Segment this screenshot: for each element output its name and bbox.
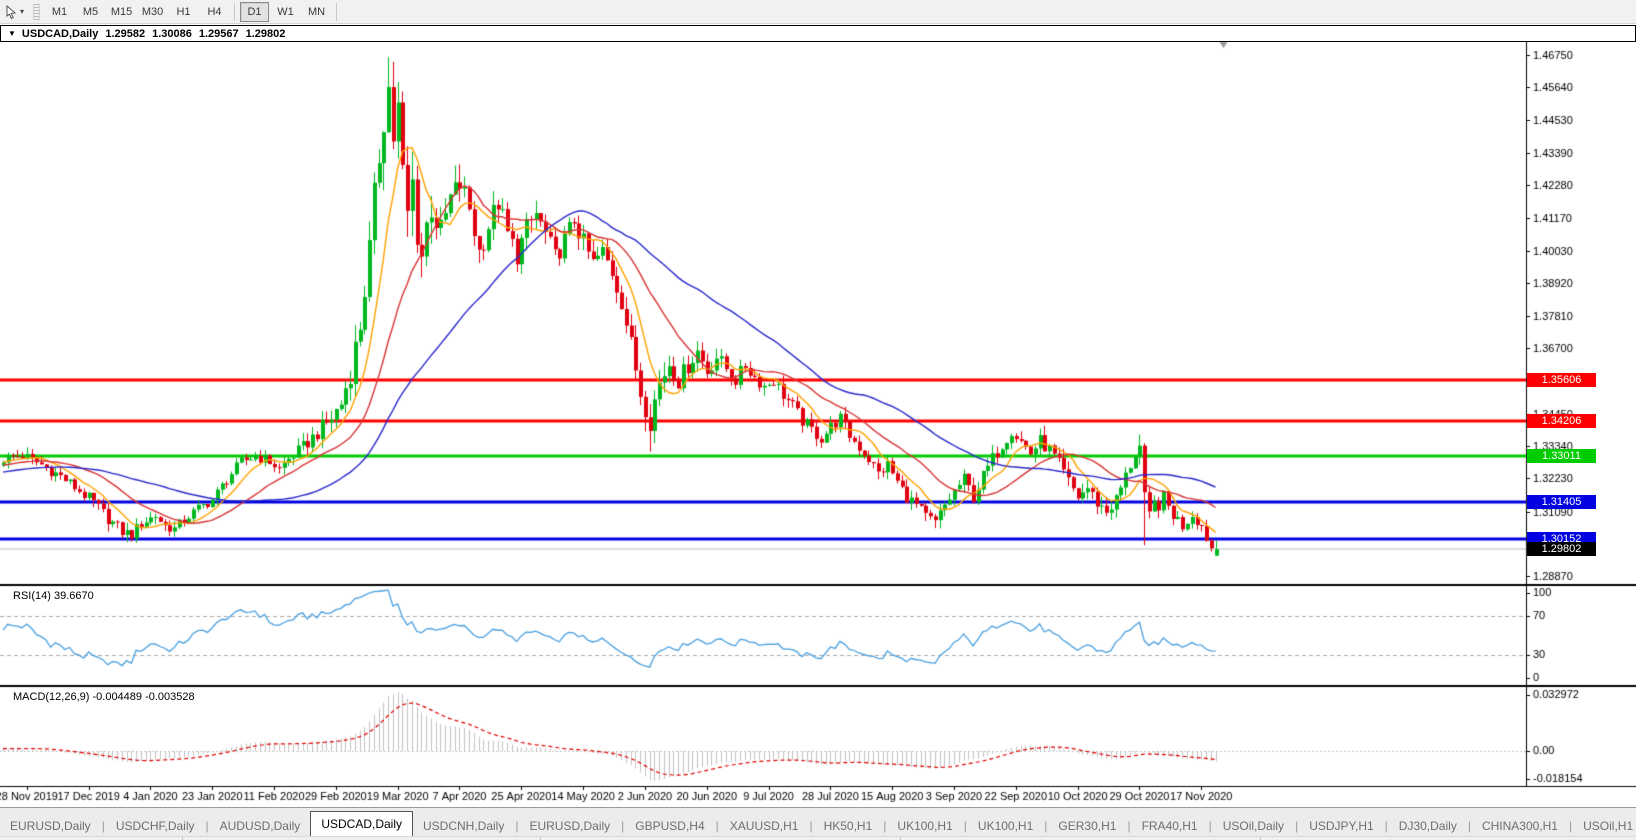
macd-name: MACD(12,26,9) [13,691,90,703]
timeframe-button-mn[interactable]: MN [302,2,331,22]
timeframe-button-h4[interactable]: H4 [200,2,229,22]
tab-xauusd-h1[interactable]: XAUUSD,H1 [720,815,809,837]
tab-separator: | [1127,819,1131,833]
timeframe-toolbar: ▾ M1 M5 M15 M30 H1 H4 D1 W1 MN [0,0,1636,24]
timeframe-button-m15[interactable]: M15 [107,2,136,22]
tab-ger30-h1[interactable]: GER30,H1 [1048,815,1126,837]
price-tag-1.35606: 1.35606 [1527,373,1596,387]
chart-tab-bar: EURUSD,Daily | USDCHF,Daily | AUDUSD,Daily US… [0,807,1636,837]
toolbar-separator [336,2,338,21]
tab-separator: | [1568,819,1573,833]
tab-separator: | [515,819,519,833]
tab-uk100-h1[interactable]: UK100,H1 [887,815,962,837]
rsi-name: RSI(14) [13,590,51,602]
timeframe-button-m1[interactable]: M1 [45,2,74,22]
tab-separator: | [101,819,105,833]
toolbar-grip[interactable] [33,3,41,20]
tab-eurusd-daily[interactable]: EURUSD,Daily [519,815,620,837]
cursor-tool-button[interactable]: ▾ [2,2,27,22]
chevron-down-icon: ▾ [20,7,25,16]
tab-separator: | [715,819,719,833]
tab-separator: | [809,819,813,833]
tab-usdjpy-h1[interactable]: USDJPY,H1 [1299,815,1383,837]
tab-usoil-h1[interactable]: USOil,H1 [1573,815,1636,837]
tab-separator: | [1467,819,1471,833]
chart-canvas[interactable] [0,0,1636,840]
tab-separator: | [1044,819,1048,833]
status-bar [0,836,1636,840]
rsi-label: RSI(14) 39.6670 [13,590,94,602]
macd-label: MACD(12,26,9) -0.004489 -0.003528 [13,691,195,703]
rsi-value: 39.6670 [53,590,94,602]
tab-separator: | [963,819,967,833]
price-tag-1.31405: 1.31405 [1527,495,1596,509]
timeframe-button-m30[interactable]: M30 [138,2,167,22]
tab-hk50-h1[interactable]: HK50,H1 [814,815,883,837]
mt4-window: ▾ M1 M5 M15 M30 H1 H4 D1 W1 MN ▼ USDCAD,Daily 1.… [0,0,1636,840]
price-tag-1.33011: 1.33011 [1527,449,1596,463]
tab-dj30-daily[interactable]: DJ30,Daily [1389,815,1467,837]
tab-usoil-daily[interactable]: USOil,Daily [1213,815,1294,837]
tab-separator: | [1384,819,1388,833]
timeframe-button-d1[interactable]: D1 [240,1,270,22]
tab-fra40-h1[interactable]: FRA40,H1 [1132,815,1208,837]
tab-gbpusd-h4[interactable]: GBPUSD,H4 [625,815,714,837]
collapse-triangle-icon: ▼ [8,29,16,38]
tab-separator: | [621,819,625,833]
macd-main-value: -0.004489 [92,691,143,703]
timeframe-button-m5[interactable]: M5 [76,2,105,22]
tab-usdcad-daily[interactable]: USDCAD,Daily [310,811,413,837]
tab-usdcnh-daily[interactable]: USDCNH,Daily [413,815,514,837]
cursor-icon [6,4,17,19]
chart-title-bar: ▼ USDCAD,Daily 1.29582 1.30086 1.29567 1… [0,25,1636,42]
ohlc-high: 1.30086 [152,27,192,40]
tab-audusd-daily[interactable]: AUDUSD,Daily [210,815,311,837]
timeframe-button-w1[interactable]: W1 [271,2,300,22]
timeframe-buttons: M1 M5 M15 M30 H1 H4 D1 W1 MN [44,1,341,22]
chart-symbol-period: USDCAD,Daily [21,27,99,40]
tab-separator: | [1208,819,1212,833]
tab-eurusd-daily[interactable]: EURUSD,Daily [0,815,101,837]
macd-signal-value: -0.003528 [145,691,195,703]
price-tag-1.29802: 1.29802 [1527,542,1596,556]
tab-separator: | [883,819,887,833]
tab-separator: | [1295,819,1299,833]
ohlc-close: 1.29802 [245,27,286,40]
tab-uk100-h1[interactable]: UK100,H1 [968,815,1043,837]
toolbar-separator [234,2,236,21]
tab-separator: | [205,819,209,833]
ohlc-low: 1.29567 [198,27,239,40]
timeframe-button-h1[interactable]: H1 [169,2,198,22]
tab-usdchf-daily[interactable]: USDCHF,Daily [106,815,205,837]
price-tag-1.34206: 1.34206 [1527,414,1596,428]
ohlc-open: 1.29582 [105,27,146,40]
tab-china300-h1[interactable]: CHINA300,H1 [1472,815,1568,837]
